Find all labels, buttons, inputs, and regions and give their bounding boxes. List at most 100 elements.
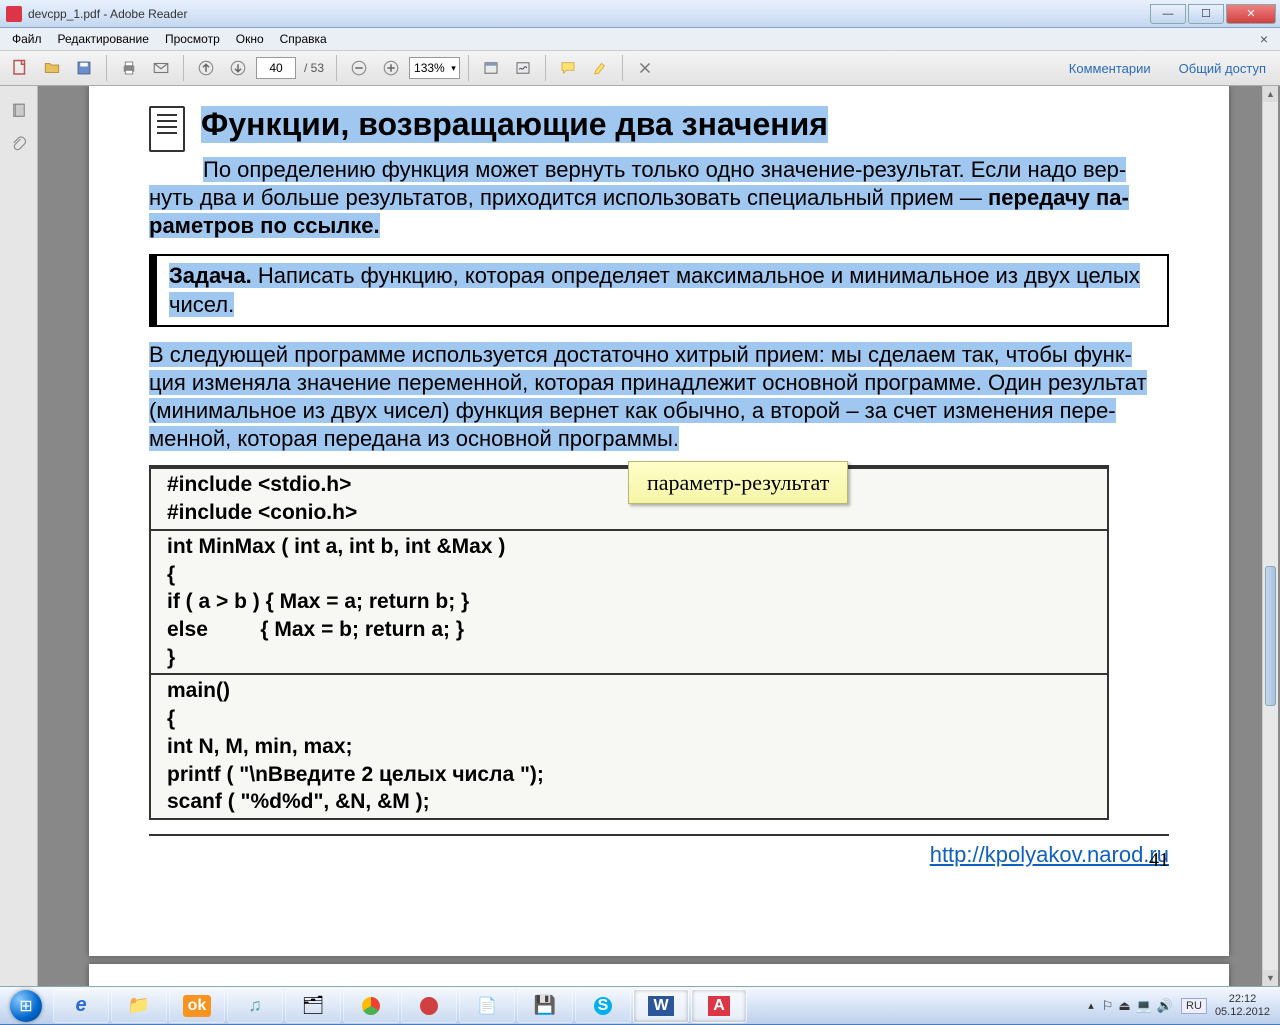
taskbar-itunes-icon[interactable]: ♫ — [227, 989, 283, 1023]
separator — [545, 55, 546, 81]
clock-time: 22:12 — [1215, 993, 1270, 1005]
menu-view[interactable]: Просмотр — [157, 30, 228, 48]
vertical-scrollbar[interactable]: ▲ ▼ — [1262, 86, 1278, 986]
separator — [336, 55, 337, 81]
code-line: int N, M, min, max; — [167, 733, 1091, 761]
taskbar-chrome-icon[interactable] — [343, 989, 399, 1023]
page-title: Функции, возвращающие два значения — [201, 106, 828, 143]
code-row: main() { int N, M, min, max; printf ( "\… — [151, 673, 1107, 818]
start-button[interactable] — [0, 987, 52, 1025]
paragraph-2: В следующей программе используется доста… — [149, 341, 1169, 454]
taskbar-explorer-icon[interactable]: 🗂 — [285, 989, 341, 1023]
volume-icon[interactable]: 🔊 — [1157, 998, 1173, 1014]
code-line: { — [167, 561, 1091, 589]
code-line: } — [167, 644, 1091, 672]
taskbar-skype-icon[interactable]: S — [575, 989, 631, 1023]
taskbar: e 📁 ok ♫ 🗂 📄 💾 S W A ▴ ⚐ ⏏ 💻 🔊 RU 22:12 … — [0, 986, 1280, 1024]
menu-help[interactable]: Справка — [272, 30, 335, 48]
taskbar-app-icon[interactable]: ok — [169, 989, 225, 1023]
clock[interactable]: 22:12 05.12.2012 — [1215, 993, 1270, 1017]
code-line: int MinMax ( int a, int b, int &Max ) — [167, 533, 1091, 561]
zoom-in-icon[interactable] — [377, 54, 405, 82]
email-icon[interactable] — [147, 54, 175, 82]
thumbnails-icon[interactable] — [4, 96, 34, 126]
scroll-thumb[interactable] — [1265, 566, 1276, 706]
separator — [183, 55, 184, 81]
text: В следующей программе используется доста… — [149, 342, 1132, 367]
comment-icon[interactable] — [554, 54, 582, 82]
app-icon — [6, 6, 22, 22]
pdf-page: Функции, возвращающие два значения По оп… — [89, 86, 1229, 956]
scroll-up-icon[interactable]: ▲ — [1263, 86, 1278, 102]
tools-icon[interactable] — [477, 54, 505, 82]
language-indicator[interactable]: RU — [1181, 998, 1207, 1014]
paragraph-1: По определению функция может вернуть тол… — [149, 156, 1169, 240]
minimize-button[interactable]: — — [1150, 4, 1186, 24]
taskbar-save-icon[interactable]: 💾 — [517, 989, 573, 1023]
pdf-page-next — [89, 964, 1229, 986]
zoom-select[interactable]: 133% — [409, 57, 460, 79]
flag-icon[interactable]: ⚐ — [1102, 998, 1114, 1014]
source-link[interactable]: http://kpolyakov.narod.ru — [930, 842, 1169, 867]
comments-link[interactable]: Комментарии — [1061, 57, 1159, 80]
menu-edit[interactable]: Редактирование — [50, 30, 157, 48]
separator — [106, 55, 107, 81]
horizontal-rule — [149, 834, 1169, 836]
taskbar-opera-icon[interactable] — [401, 989, 457, 1023]
taskbar-folder-icon[interactable]: 📁 — [111, 989, 167, 1023]
open-icon[interactable] — [38, 54, 66, 82]
maximize-button[interactable]: ☐ — [1188, 4, 1224, 24]
text: По определению функция может вернуть тол… — [203, 157, 1126, 182]
toolbar: / 53 133% Комментарии Общий доступ — [0, 50, 1280, 86]
print-icon[interactable] — [115, 54, 143, 82]
windows-logo-icon — [10, 990, 42, 1022]
attachments-icon[interactable] — [4, 130, 34, 160]
taskbar-word-icon[interactable]: W — [633, 989, 689, 1023]
text: Написать функцию, которая определяет мак… — [252, 263, 1140, 288]
tray-icons: ⚐ ⏏ 💻 🔊 — [1102, 998, 1173, 1014]
export-pdf-icon[interactable] — [6, 54, 34, 82]
text: (минимальное из двух чисел) функция верн… — [149, 398, 1116, 423]
taskbar-ie-icon[interactable]: e — [53, 989, 109, 1023]
menu-file[interactable]: Файл — [4, 30, 50, 48]
text: нуть два и больше результатов, приходитс… — [149, 185, 988, 210]
close-button[interactable]: ✕ — [1226, 4, 1276, 24]
toolbar-right: Комментарии Общий доступ — [1061, 57, 1274, 80]
code-line: { — [167, 705, 1091, 733]
menu-window[interactable]: Окно — [228, 30, 272, 48]
titlebar: devcpp_1.pdf - Adobe Reader — ☐ ✕ — [0, 0, 1280, 28]
separator — [468, 55, 469, 81]
text-bold: передачу па- — [988, 185, 1129, 210]
save-icon[interactable] — [70, 54, 98, 82]
text: чисел. — [169, 292, 234, 317]
usb-icon[interactable]: ⏏ — [1118, 998, 1130, 1014]
read-mode-icon[interactable] — [631, 54, 659, 82]
zoom-value: 133% — [414, 61, 445, 75]
callout-label: параметр-результат — [628, 461, 848, 504]
text: менной, которая передана из основной про… — [149, 426, 679, 451]
text: ция изменяла значение переменной, котора… — [149, 370, 1147, 395]
page-up-icon[interactable] — [192, 54, 220, 82]
document-area[interactable]: Функции, возвращающие два значения По оп… — [38, 86, 1280, 986]
page-down-icon[interactable] — [224, 54, 252, 82]
network-icon[interactable]: 💻 — [1136, 998, 1152, 1014]
page-number-label: 41 — [1149, 849, 1169, 872]
close-document-button[interactable]: × — [1252, 31, 1276, 47]
taskbar-reader-icon[interactable]: A — [691, 989, 747, 1023]
system-tray: ▴ ⚐ ⏏ 💻 🔊 RU 22:12 05.12.2012 — [1078, 993, 1280, 1017]
page-number-input[interactable] — [256, 57, 296, 79]
window-controls: — ☐ ✕ — [1148, 4, 1276, 24]
scroll-down-icon[interactable]: ▼ — [1263, 970, 1278, 986]
text-bold: раметров по ссылке. — [149, 213, 380, 238]
tray-expand-icon[interactable]: ▴ — [1088, 999, 1094, 1012]
code-row: int MinMax ( int a, int b, int &Max ) { … — [151, 529, 1107, 674]
highlight-icon[interactable] — [586, 54, 614, 82]
page-total-label: / 53 — [304, 61, 324, 75]
sign-icon[interactable] — [509, 54, 537, 82]
code-line: scanf ( "%d%d", &N, &M ); — [167, 788, 1091, 816]
document-icon — [149, 106, 185, 152]
taskbar-notepad-icon[interactable]: 📄 — [459, 989, 515, 1023]
code-line: else { Max = b; return a; } — [167, 616, 1091, 644]
zoom-out-icon[interactable] — [345, 54, 373, 82]
share-link[interactable]: Общий доступ — [1171, 57, 1274, 80]
